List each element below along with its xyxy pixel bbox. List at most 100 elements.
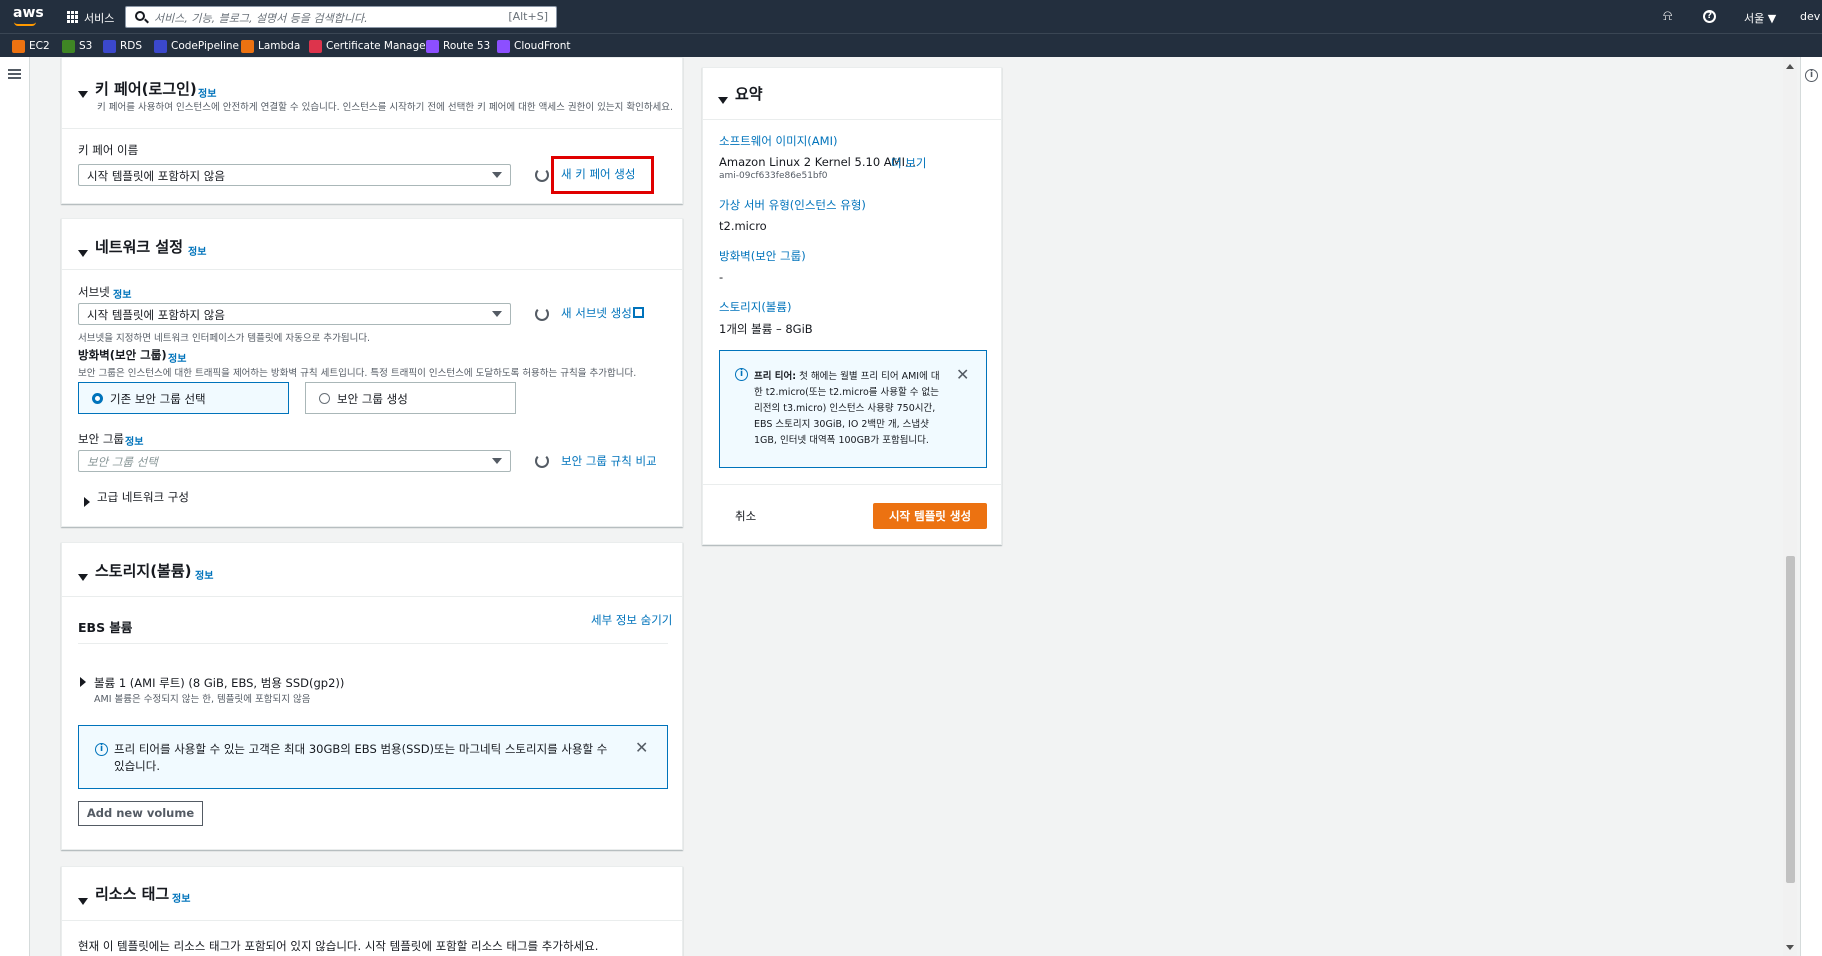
advanced-network-toggle[interactable]: 고급 네트워크 구성	[97, 489, 189, 505]
radio-selected-icon	[92, 393, 103, 404]
summary-firewall-link[interactable]: 방화벽(보안 그룹)	[719, 248, 806, 264]
close-icon[interactable]: ✕	[956, 365, 969, 384]
keypair-name-label: 키 페어 이름	[78, 143, 139, 157]
keypair-title: 키 페어(로그인)	[95, 80, 197, 98]
sg-label: 보안 그룹	[78, 432, 124, 446]
sg-placeholder: 보안 그룹 선택	[87, 455, 158, 469]
favorite-s3[interactable]: S3	[62, 38, 92, 54]
hamburger-menu-icon[interactable]	[8, 69, 21, 79]
search-icon-handle	[144, 18, 149, 24]
close-icon[interactable]: ✕	[635, 738, 648, 757]
summary-divider	[703, 119, 1001, 120]
network-panel: 네트워크 설정 정보 서브넷 정보 시작 템플릿에 포함하지 않음 새 서브넷 …	[61, 218, 683, 527]
tags-info-link[interactable]: 정보	[172, 890, 190, 905]
aws-logo[interactable]: aws	[13, 5, 44, 21]
create-subnet-link[interactable]: 새 서브넷 생성	[561, 305, 632, 321]
favorite-rds[interactable]: RDS	[103, 38, 142, 54]
network-collapse-icon[interactable]	[78, 242, 88, 261]
chevron-down-icon	[492, 311, 502, 317]
scroll-up-arrow[interactable]	[1786, 64, 1794, 69]
sg-info-link[interactable]: 정보	[125, 433, 143, 448]
rds-icon	[103, 39, 116, 53]
route53-icon	[426, 39, 439, 53]
create-sg-label: 보안 그룹 생성	[337, 392, 408, 406]
freetier-detail: 첫 해에는 월별 프리 티어 AMI에 대한 t2.micro(또는 t2.mi…	[754, 371, 940, 446]
search-input[interactable]: 서비스, 기능, 블로그, 설명서 등을 검색합니다. [Alt+S]	[125, 6, 557, 28]
tags-title: 리소스 태그	[95, 885, 170, 903]
keypair-select[interactable]: 시작 템플릿에 포함하지 않음	[78, 164, 511, 186]
existing-sg-option[interactable]: 기존 보안 그룹 선택	[78, 382, 289, 414]
volume-1-title[interactable]: 볼륨 1 (AMI 루트) (8 GiB, EBS, 범용 SSD(gp2))	[94, 675, 344, 691]
info-panel-icon[interactable]: i	[1805, 69, 1818, 82]
keypair-divider	[62, 128, 682, 129]
keypair-info-link[interactable]: 정보	[198, 85, 216, 100]
favorite-codepipeline[interactable]: CodePipeline	[154, 38, 239, 54]
hide-details-link[interactable]: 세부 정보 숨기기	[591, 612, 672, 628]
freetier-storage-alert: i 프리 티어를 사용할 수 있는 고객은 최대 30GB의 EBS 범용(SS…	[78, 725, 668, 789]
subnet-info-link[interactable]: 정보	[113, 286, 131, 301]
favorite-certificate-manager[interactable]: Certificate Manager	[309, 38, 430, 54]
storage-divider	[62, 596, 682, 597]
firewall-label: 방화벽(보안 그룹)	[78, 348, 167, 362]
refresh-icon[interactable]	[535, 454, 549, 468]
scrollbar-thumb[interactable]	[1786, 556, 1795, 883]
radio-unselected-icon	[319, 393, 330, 404]
scroll-down-arrow[interactable]	[1786, 945, 1794, 950]
summary-instance-type-link[interactable]: 가상 서버 유형(인스턴스 유형)	[719, 197, 866, 213]
chevron-down-icon	[492, 172, 502, 178]
compare-sg-rules-link[interactable]: 보안 그룹 규칙 비교	[561, 453, 657, 469]
favorite-label: Lambda	[258, 40, 301, 52]
cloudshell-icon[interactable]: ⍾	[1663, 8, 1672, 24]
summary-title: 요약	[735, 85, 763, 103]
create-keypair-link[interactable]: 새 키 페어 생성	[561, 166, 635, 182]
info-icon: i	[95, 743, 108, 756]
keypair-panel: 키 페어(로그인) 정보 키 페어를 사용하여 인스턴스에 안전하게 연결할 수…	[61, 57, 683, 204]
services-grid-icon[interactable]	[67, 11, 79, 23]
chevron-down-icon	[492, 458, 502, 464]
storage-panel: 스토리지(볼륨) 정보 EBS 볼륨 세부 정보 숨기기 볼륨 1 (AMI 루…	[61, 542, 683, 850]
network-title: 네트워크 설정	[95, 238, 184, 256]
storage-collapse-icon[interactable]	[78, 566, 88, 585]
favorite-label: Certificate Manager	[326, 40, 430, 52]
cancel-button[interactable]: 취소	[735, 508, 756, 524]
codepipeline-icon	[154, 39, 167, 53]
cloudfront-icon	[497, 39, 510, 53]
favorite-cloudfront[interactable]: CloudFront	[497, 38, 571, 54]
summary-collapse-icon[interactable]	[718, 89, 728, 108]
aws-logo-smile	[14, 22, 36, 26]
refresh-icon[interactable]	[535, 307, 549, 321]
summary-instance-type-value: t2.micro	[719, 219, 767, 233]
add-new-volume-button[interactable]: Add new volume	[78, 801, 203, 826]
keypair-collapse-icon[interactable]	[78, 83, 88, 102]
certificate-manager-icon	[309, 39, 322, 53]
freetier-bold-label: 프리 티어:	[754, 371, 797, 382]
volume-expand-icon[interactable]	[80, 672, 86, 691]
storage-info-link[interactable]: 정보	[195, 567, 213, 582]
firewall-info-link[interactable]: 정보	[168, 350, 186, 365]
sg-select[interactable]: 보안 그룹 선택	[78, 450, 511, 472]
favorite-route53[interactable]: Route 53	[426, 38, 490, 54]
summary-ami-more-link[interactable]: 더 보기	[891, 155, 926, 171]
favorite-ec2[interactable]: EC2	[12, 38, 50, 54]
refresh-icon[interactable]	[535, 168, 549, 182]
tags-collapse-icon[interactable]	[78, 890, 88, 909]
services-menu[interactable]: 서비스	[84, 10, 114, 26]
account-menu[interactable]: dev	[1800, 10, 1820, 23]
favorite-lambda[interactable]: Lambda	[241, 38, 300, 54]
help-icon[interactable]: ?	[1703, 10, 1716, 23]
favorite-label: RDS	[120, 40, 143, 52]
create-launch-template-button[interactable]: 시작 템플릿 생성	[873, 503, 987, 529]
subnet-label: 서브넷	[78, 285, 110, 299]
favorite-label: S3	[79, 40, 93, 52]
help-panel-rail: i	[1800, 57, 1822, 956]
network-info-link[interactable]: 정보	[188, 243, 206, 258]
favorite-label: CloudFront	[514, 40, 571, 52]
region-selector[interactable]: 서울 ▼	[1744, 10, 1776, 26]
advanced-expand-icon[interactable]	[84, 492, 90, 511]
summary-footer-divider	[703, 484, 1001, 485]
create-sg-option[interactable]: 보안 그룹 생성	[305, 382, 516, 414]
summary-ami-link[interactable]: 소프트웨어 이미지(AMI)	[719, 133, 837, 149]
subnet-select[interactable]: 시작 템플릿에 포함하지 않음	[78, 303, 511, 325]
tags-divider	[62, 920, 682, 921]
summary-storage-link[interactable]: 스토리지(볼륨)	[719, 299, 791, 315]
